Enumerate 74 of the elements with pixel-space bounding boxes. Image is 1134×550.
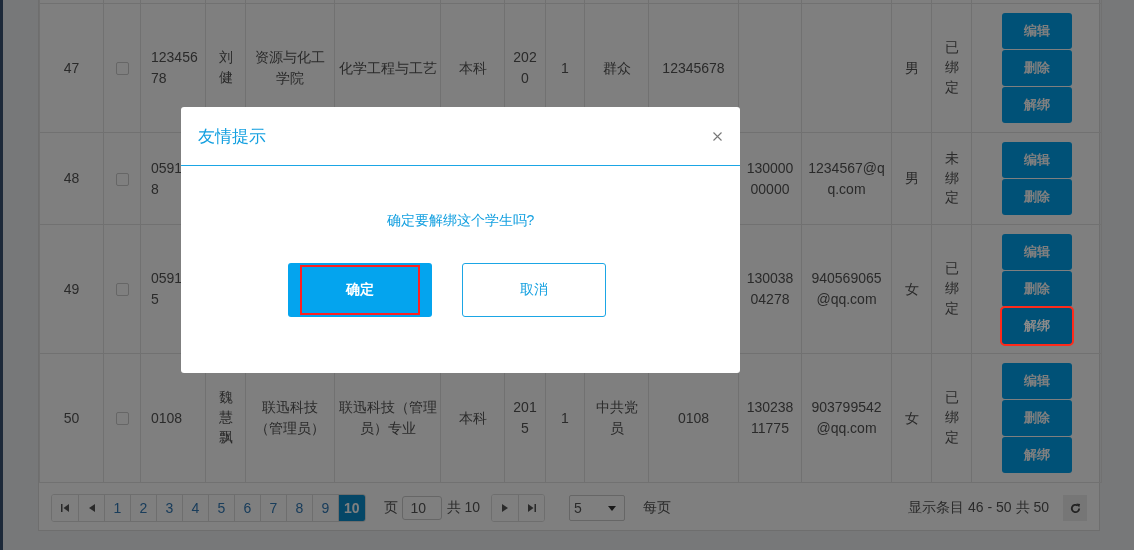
table-cell-text: 0591 5 (151, 269, 183, 309)
row-action-button[interactable]: 删除 (1001, 271, 1072, 307)
page-size-select[interactable]: 5 (569, 495, 626, 521)
table-cell-text: 女 (904, 279, 919, 299)
page-input[interactable]: 10 (401, 496, 442, 520)
table-cell-text: 130000 00000 (746, 158, 794, 199)
refresh-icon (1069, 502, 1081, 514)
close-icon (713, 131, 722, 141)
row-action-button[interactable]: 编辑 (1001, 142, 1072, 178)
checkbox[interactable] (115, 412, 129, 426)
caret-icon (608, 505, 617, 511)
row-action-button[interactable]: 解绑 (1001, 437, 1072, 473)
table-cell-text: 12345678 (662, 58, 725, 78)
row-action-button[interactable]: 编辑 (1001, 13, 1072, 49)
row-action-button[interactable]: 删除 (1001, 179, 1072, 215)
table-cell-text: 群众 (602, 58, 631, 78)
close-button[interactable] (711, 129, 724, 143)
table-cell-text: 201 5 (513, 398, 537, 438)
confirm-button[interactable]: 确定 (288, 263, 432, 317)
row-action-button[interactable]: 编辑 (1001, 234, 1072, 270)
dialog-title: 友情提示 (198, 125, 266, 148)
checkbox[interactable] (115, 172, 129, 186)
table-cell-text: 903799542 @qq.com (811, 398, 882, 438)
row-action-button[interactable]: 解绑 (1001, 87, 1072, 123)
table-cell-text: 130038 04278 (746, 269, 794, 309)
table-cell-text: 47 (63, 58, 80, 78)
per-page-label: 每页 (643, 499, 672, 517)
checkbox[interactable] (115, 283, 129, 297)
previous-icon (88, 504, 95, 512)
table-cell-text: 0591 8 (151, 158, 183, 199)
table-cell-text: 已绑定 (944, 38, 959, 97)
refresh-button[interactable] (1063, 495, 1087, 521)
first-page-icon (61, 504, 69, 512)
table-cell-text: 48 (63, 169, 80, 188)
table-cell-text: 中共党员 (595, 398, 638, 438)
checkbox[interactable] (115, 62, 129, 76)
table-cell-text: 49 (63, 279, 80, 299)
next-icon (502, 504, 509, 512)
table-cell-text: 男 (904, 169, 919, 188)
table-cell-text: 940569065 @qq.com (811, 269, 882, 309)
page-label: 页 (383, 499, 398, 517)
table-cell-text: 1234567@q q.com (808, 158, 885, 199)
row-action-button[interactable]: 删除 (1001, 400, 1072, 436)
table-cell-text: 0108 (151, 408, 183, 428)
table-cell-text: 女 (904, 408, 919, 428)
table-cell-text: 化学工程与工艺 (338, 58, 437, 78)
row-action-button[interactable]: 删除 (1001, 50, 1072, 86)
table-cell-text: 已绑定 (944, 259, 959, 318)
table-cell: 未绑定 (944, 148, 959, 208)
table-cell-text: 1 (561, 408, 569, 428)
table-cell-text: 0108 (677, 408, 710, 428)
table-cell-text: 本科 (458, 58, 487, 78)
table-cell-text: 联迅科技（管理员）专业 (338, 398, 437, 438)
table-cell-text: 资源与化工学院 (254, 48, 326, 88)
table-cell-text: 刘健 (218, 48, 233, 87)
table-cell-text: 1 (561, 58, 569, 78)
page-button[interactable]: 10 (338, 495, 365, 521)
table-cell-text: 联迅科技（管理员） (254, 398, 326, 438)
table-cell-text: 本科 (458, 408, 487, 428)
last-page-button[interactable] (518, 495, 545, 521)
page-summary: 显示条目 46 - 50 共 50 (908, 499, 1049, 517)
table-cell-text: 123456 78 (151, 48, 198, 88)
total-pages-label: 共 10 (446, 499, 481, 517)
row-action-button[interactable]: 解绑 (1001, 308, 1072, 344)
last-page-icon (527, 504, 536, 512)
table-cell-text: 130238 11775 (746, 398, 794, 438)
table-cell-text: 男 (904, 58, 919, 78)
table-cell-text: 50 (63, 408, 80, 428)
row-action-button[interactable]: 编辑 (1001, 363, 1072, 399)
dialog-message: 确定要解绑这个学生吗? (385, 212, 536, 230)
table-cell-text: 202 0 (513, 48, 537, 88)
table-cell-text: 已绑定 (944, 388, 959, 447)
cancel-button[interactable]: 取消 (462, 263, 606, 317)
table-cell-text: 魏慧飘 (218, 388, 233, 447)
